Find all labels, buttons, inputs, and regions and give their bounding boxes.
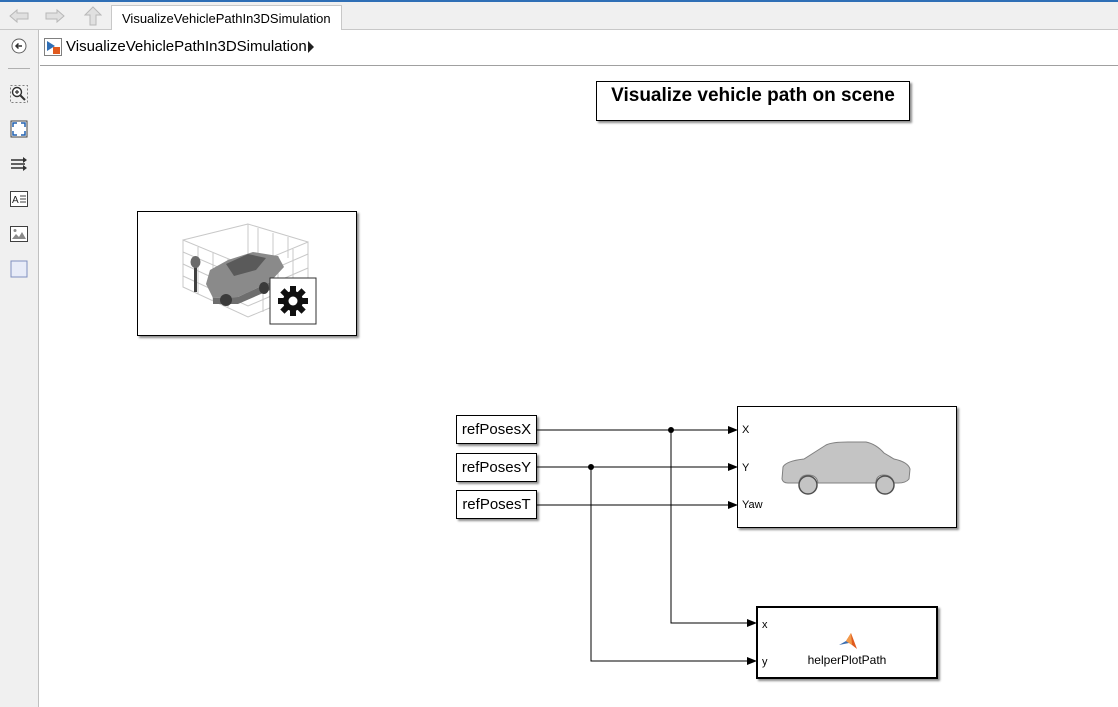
tab-bar: VisualizeVehiclePathIn3DSimulation — [0, 2, 1118, 30]
annotation-title: Visualize vehicle path on scene — [611, 85, 895, 106]
car-icon — [781, 441, 911, 495]
fit-to-view-icon[interactable] — [9, 119, 29, 139]
breadcrumb-expand-arrow-icon[interactable] — [308, 41, 314, 53]
breadcrumb: VisualizeVehiclePathIn3DSimulation — [40, 30, 1118, 66]
branch-point — [668, 427, 674, 433]
from-workspace-refposesx[interactable]: refPosesX — [456, 415, 537, 444]
port-label-x-lower: x — [762, 619, 768, 631]
signal-routing-icon[interactable] — [9, 154, 29, 174]
matlab-logo-icon — [839, 633, 857, 649]
image-icon[interactable] — [9, 224, 29, 244]
gear-icon — [278, 286, 308, 316]
helper-plot-path-block[interactable]: x y helperPlotPath — [756, 606, 938, 679]
up-arrow-icon[interactable] — [80, 6, 106, 26]
breadcrumb-model-label[interactable]: VisualizeVehiclePathIn3DSimulation — [66, 38, 307, 55]
port-label-x: X — [742, 424, 750, 436]
port-label-yaw: Yaw — [742, 499, 763, 511]
scene-configuration-block[interactable] — [137, 211, 357, 336]
annotation-icon[interactable]: A — [9, 189, 29, 209]
model-icon — [44, 38, 62, 56]
simulation-3d-vehicle-block[interactable]: X Y Yaw — [737, 406, 957, 528]
branch-point — [588, 464, 594, 470]
signal-branch-y[interactable] — [590, 467, 749, 662]
block-name-helper-plot-path: helperPlotPath — [807, 653, 887, 667]
area-icon[interactable] — [9, 259, 29, 279]
left-toolbar: A — [0, 30, 39, 707]
port-label-y: Y — [742, 462, 750, 474]
hide-browser-icon[interactable] — [9, 36, 29, 56]
toolbar-divider — [8, 68, 30, 69]
back-arrow-icon[interactable] — [6, 6, 32, 26]
from-workspace-refposest[interactable]: refPosesT — [456, 490, 537, 519]
tab-model[interactable]: VisualizeVehiclePathIn3DSimulation — [111, 5, 342, 30]
scene-config-icon — [182, 223, 317, 325]
svg-text:A: A — [12, 195, 19, 206]
model-canvas[interactable]: Visualize vehicle path on scene refPoses… — [40, 67, 1118, 707]
forward-arrow-icon[interactable] — [42, 6, 68, 26]
signal-lines — [537, 426, 757, 665]
from-workspace-refposesy[interactable]: refPosesY — [456, 453, 537, 482]
zoom-in-icon[interactable] — [9, 84, 29, 104]
annotation-box[interactable]: Visualize vehicle path on scene — [596, 81, 910, 121]
